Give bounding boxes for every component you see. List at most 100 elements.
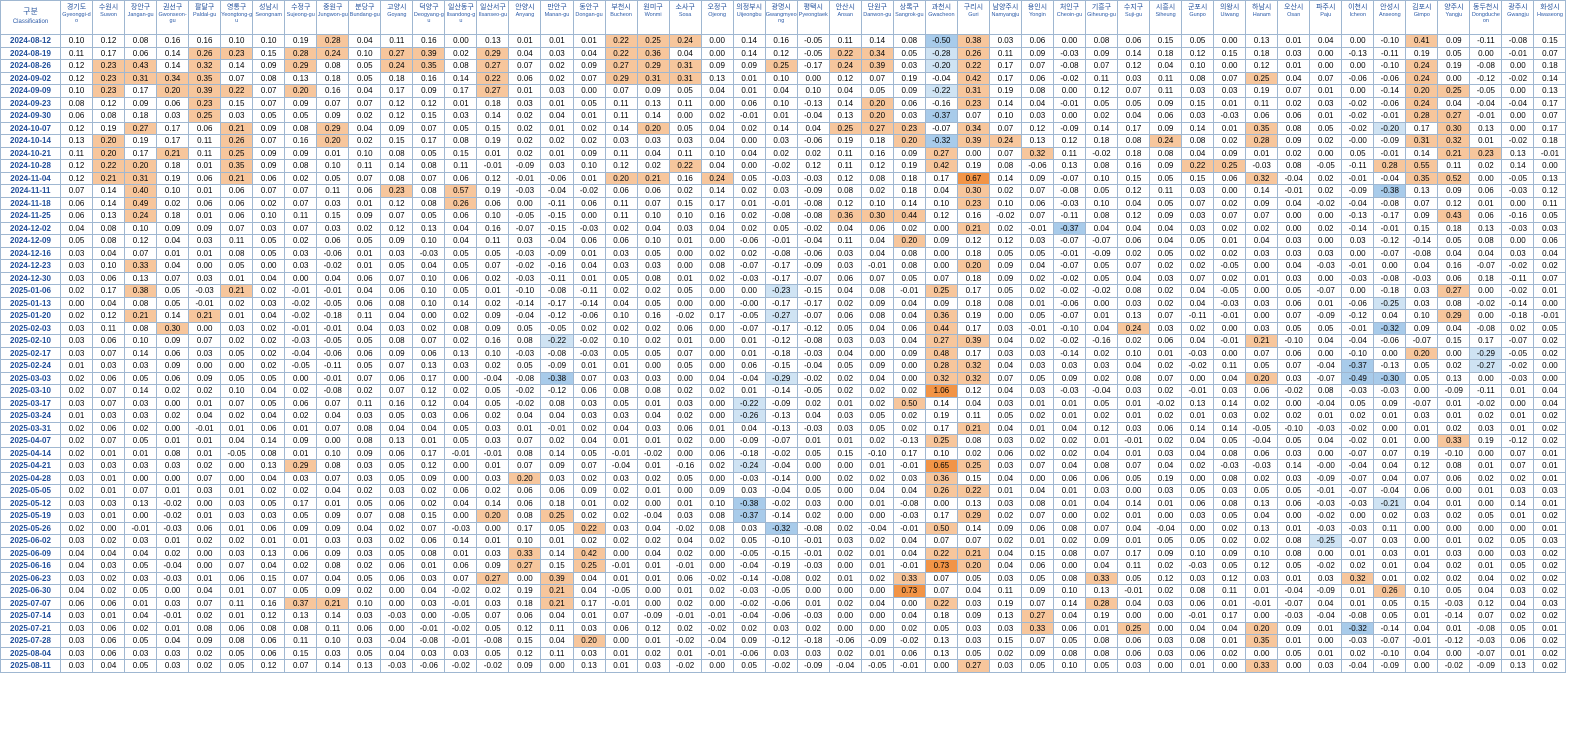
heatmap-cell: 0.03 (220, 496, 254, 510)
column-header: 동두천시 Dongducheon (1469, 0, 1503, 35)
heatmap-cell: 0.09 (348, 209, 382, 223)
heatmap-cell: 0.05 (988, 246, 1022, 260)
heatmap-cell: 0.00 (1501, 234, 1535, 248)
heatmap-cell: -0.03 (732, 584, 766, 598)
heatmap-cell: 0.03 (348, 534, 382, 548)
heatmap-cell: 0.01 (1373, 559, 1407, 573)
heatmap-cell: 0.18 (1117, 146, 1151, 160)
heatmap-cell: 0.14 (1052, 596, 1087, 610)
heatmap-cell: 0.02 (1501, 609, 1535, 623)
column-header-ko: 화성시 (1540, 4, 1560, 11)
heatmap-cell: 0.02 (476, 409, 510, 423)
row-date: 2025-06-02 (0, 534, 61, 548)
heatmap-cell: 0.03 (348, 409, 382, 423)
heatmap-cell: 0.08 (284, 159, 318, 173)
heatmap-cell: 0.05 (636, 296, 670, 310)
heatmap-cell: 0.37 (284, 596, 318, 610)
heatmap-cell: 0.02 (700, 384, 734, 398)
column-header-ko: 영통구 (227, 4, 247, 11)
heatmap-cell: 0.02 (1437, 421, 1471, 435)
heatmap-cell: 0.06 (1437, 471, 1471, 485)
heatmap-cell: 0.12 (92, 34, 126, 48)
heatmap-cell: 0.08 (124, 34, 158, 48)
heatmap-cell: 0.06 (1149, 109, 1183, 123)
heatmap-cell: 0.06 (668, 321, 702, 335)
heatmap-cell: 0.12 (764, 46, 798, 60)
heatmap-cell: 0.08 (1213, 446, 1247, 460)
heatmap-cell: 0.09 (380, 121, 414, 135)
table-row: 2025-07-14 0.03 0.01 0.04 -0.01 0.02 0.01 0.12 0… (0, 609, 1567, 623)
heatmap-cell: 0.01 (1533, 446, 1567, 460)
heatmap-cell: 0.00 (1533, 296, 1567, 310)
heatmap-cell: -0.01 (1341, 171, 1375, 185)
heatmap-cell: 0.09 (732, 59, 766, 73)
heatmap-cell: -0.08 (476, 634, 510, 648)
heatmap-cell: -0.04 (1149, 521, 1183, 535)
heatmap-cell: 0.02 (1149, 409, 1183, 423)
heatmap-cell: 0.02 (1213, 271, 1247, 285)
heatmap-cell: 0.03 (604, 409, 638, 423)
heatmap-cell: 0.07 (1020, 209, 1054, 223)
heatmap-cell: 1.06 (924, 384, 958, 398)
heatmap-cell: -0.13 (764, 409, 798, 423)
heatmap-cell: 0.12 (59, 121, 94, 135)
heatmap-cell: 0.04 (156, 259, 190, 273)
heatmap-cell: 0.06 (252, 646, 286, 660)
heatmap-cell: 0.03 (1020, 109, 1054, 123)
heatmap-cell: -0.01 (892, 659, 926, 673)
heatmap-cell: 0.04 (860, 246, 894, 260)
heatmap-cell: 0.02 (124, 621, 158, 635)
heatmap-cell: 0.06 (380, 371, 414, 385)
heatmap-cell: 0.08 (1084, 634, 1119, 648)
heatmap-cell: 0.44 (892, 209, 926, 223)
heatmap-cell: 0.05 (1277, 559, 1311, 573)
heatmap-cell: 0.05 (956, 571, 990, 585)
heatmap-cell: -0.17 (764, 321, 798, 335)
column-header-en: Namyangju (991, 12, 1020, 18)
column-header-en: Dongan-gu (575, 12, 603, 18)
heatmap-cell: 0.32 (1341, 571, 1375, 585)
heatmap-cell: 0.02 (604, 496, 638, 510)
heatmap-cell: -0.01 (764, 196, 798, 210)
heatmap-cell: -0.04 (380, 634, 414, 648)
heatmap-cell: -0.05 (444, 609, 478, 623)
heatmap-cell: 0.07 (1020, 509, 1054, 523)
heatmap-cell: -0.02 (156, 496, 190, 510)
heatmap-cell: 0.01 (508, 34, 542, 48)
heatmap-cell: 0.16 (156, 34, 190, 48)
heatmap-cell: 0.04 (59, 584, 94, 598)
heatmap-cell: 0.05 (1405, 371, 1439, 385)
heatmap-cell: 0.17 (572, 596, 606, 610)
heatmap-cell: 0.03 (220, 509, 254, 523)
heatmap-cell: 0.02 (700, 109, 734, 123)
heatmap-cell: 0.00 (700, 596, 734, 610)
heatmap-cell: 0.03 (92, 459, 126, 473)
heatmap-cell: 0.28 (316, 34, 350, 48)
heatmap-cell: 0.09 (1437, 184, 1471, 198)
heatmap-cell: 0.04 (1533, 246, 1567, 260)
heatmap-cell: 0.13 (1245, 521, 1279, 535)
heatmap-cell: 0.01 (732, 71, 766, 85)
heatmap-cell: -0.06 (1373, 71, 1407, 85)
heatmap-cell: 0.03 (1277, 246, 1311, 260)
heatmap-cell: -0.07 (1469, 259, 1503, 273)
heatmap-cell: 0.04 (508, 46, 542, 60)
heatmap-cell: 0.08 (508, 446, 542, 460)
heatmap-cell: -0.05 (732, 309, 766, 323)
heatmap-cell: 0.25 (828, 121, 862, 135)
heatmap-cell: 0.02 (1309, 221, 1343, 235)
column-header-ko: 의정부시 (736, 4, 763, 11)
heatmap-cell: 0.00 (444, 459, 478, 473)
heatmap-cell: -0.03 (572, 221, 606, 235)
heatmap-cell: 0.02 (1149, 434, 1183, 448)
row-date: 2024-10-07 (0, 121, 61, 135)
heatmap-cell: 0.05 (124, 634, 158, 648)
heatmap-cell: 0.10 (476, 346, 510, 360)
heatmap-cell: 0.05 (476, 621, 510, 635)
column-header-en: Guri (968, 12, 979, 18)
heatmap-cell: 0.02 (1020, 284, 1054, 298)
heatmap-cell: 0.17 (1469, 334, 1503, 348)
heatmap-cell: 0.01 (668, 334, 702, 348)
heatmap-cell: 0.09 (508, 659, 542, 673)
heatmap-cell: 0.21 (92, 171, 126, 185)
